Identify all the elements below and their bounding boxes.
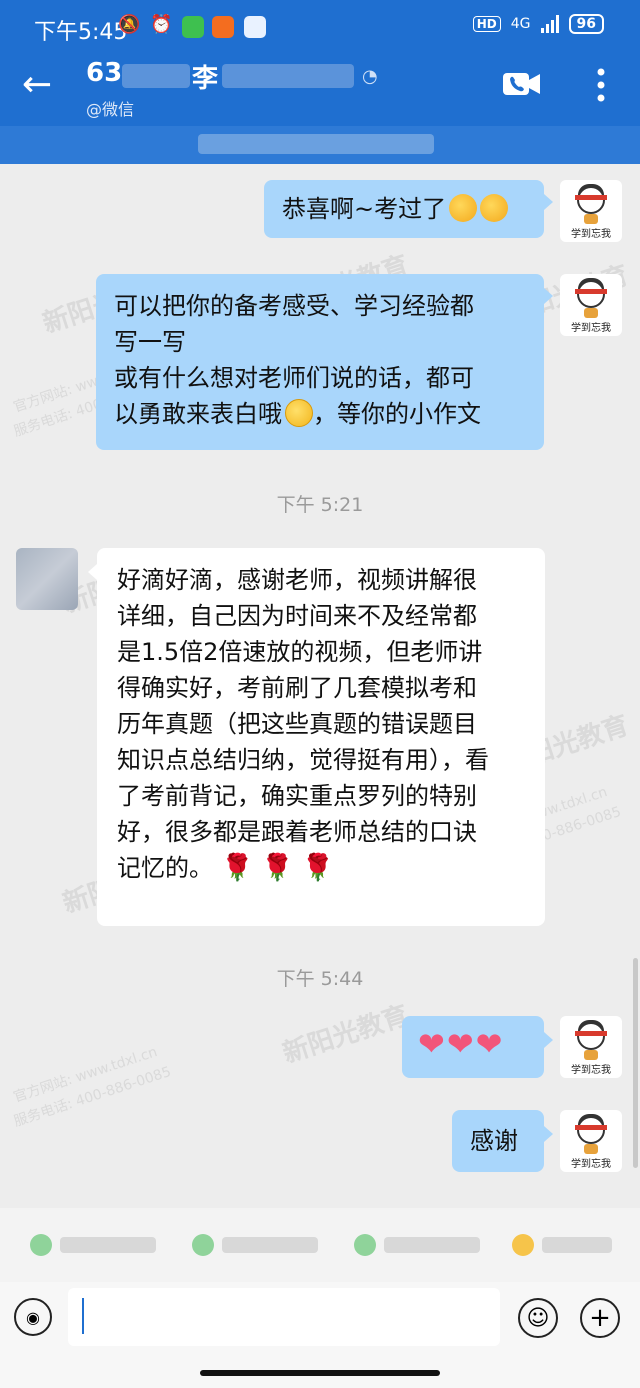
status-time: 下午5:45 bbox=[34, 20, 128, 45]
message-line: 是1.5倍2倍速放的视频，但老师讲 bbox=[117, 638, 483, 666]
message-bubble-mine[interactable]: 感谢 bbox=[452, 1110, 544, 1172]
timestamp: 下午 5:44 bbox=[276, 968, 364, 990]
avatar-caption: 学到忘我 bbox=[571, 229, 611, 240]
message-bubble-mine[interactable]: 恭喜啊~考过了 bbox=[264, 180, 544, 238]
my-avatar[interactable]: 学到忘我 bbox=[560, 180, 622, 242]
hugging-face-emoji bbox=[480, 194, 509, 222]
timestamp: 下午 5:21 bbox=[276, 494, 364, 516]
my-avatar[interactable]: 学到忘我 bbox=[560, 274, 622, 336]
quick-reply-item[interactable] bbox=[354, 1230, 480, 1260]
home-indicator[interactable] bbox=[200, 1370, 440, 1376]
plus-icon[interactable]: + bbox=[580, 1298, 620, 1338]
redacted-name-part bbox=[222, 64, 354, 88]
status-indicators: HD 4G 96 bbox=[472, 14, 604, 34]
message-line: 了考前背记，确实重点罗列的特别 bbox=[117, 782, 477, 810]
hugging-face-emoji bbox=[449, 194, 478, 222]
more-vertical-icon[interactable] bbox=[597, 68, 605, 102]
quick-reply-item[interactable] bbox=[192, 1230, 318, 1260]
voice-icon[interactable]: ◉ bbox=[14, 1298, 52, 1336]
message-line-suffix: ，等你的小作文 bbox=[313, 400, 481, 428]
rose-emoji: 🌹 bbox=[261, 853, 294, 883]
alarm-icon: ⏰ bbox=[150, 14, 173, 35]
chat-area[interactable]: 新阳光教育 新阳光教育 新阳光教育 官方网站: www.tdxl.cn 服务电话… bbox=[0, 164, 640, 1204]
message-line: 以勇敢来表白哦 bbox=[114, 400, 282, 428]
contact-name-prefix: 63 bbox=[86, 58, 123, 88]
contact-source: @微信 bbox=[86, 100, 135, 119]
signal-icon bbox=[540, 15, 559, 33]
message-line: 可以把你的备考感受、学习经验都 bbox=[114, 292, 474, 320]
avatar-caption: 学到忘我 bbox=[571, 1065, 611, 1076]
contact-avatar[interactable] bbox=[16, 548, 78, 610]
app-icon bbox=[244, 16, 266, 38]
quick-reply-strip bbox=[0, 1208, 640, 1282]
my-avatar[interactable]: 学到忘我 bbox=[560, 1110, 622, 1172]
redacted-name-part bbox=[122, 64, 190, 88]
network-label: 4G bbox=[510, 16, 531, 32]
message-bubble-mine[interactable]: ❤❤❤ bbox=[402, 1016, 544, 1078]
message-line: 知识点总结归纳，觉得挺有用），看 bbox=[117, 746, 489, 774]
wechat-icon bbox=[182, 16, 204, 38]
message-line: 写一写 bbox=[114, 328, 186, 356]
notice-bar bbox=[0, 126, 640, 164]
message-line: 或有什么想对老师们说的话，都可 bbox=[114, 364, 474, 392]
quick-reply-item[interactable] bbox=[512, 1230, 612, 1260]
heart-emoji: ❤ bbox=[446, 1025, 474, 1063]
quick-reply-item[interactable] bbox=[30, 1230, 156, 1260]
heart-emoji: ❤ bbox=[418, 1025, 445, 1063]
mute-bell-icon: 🔕 bbox=[118, 14, 141, 35]
message-input[interactable] bbox=[68, 1288, 500, 1346]
emoji-icon[interactable]: ☺ bbox=[518, 1298, 558, 1338]
message-line: 详细，自己因为时间来不及经常都 bbox=[117, 602, 477, 630]
message-line: 好，很多都是跟着老师总结的口诀 bbox=[117, 818, 477, 846]
rose-emoji: 🌹 bbox=[221, 853, 254, 883]
battery-icon: 96 bbox=[568, 14, 604, 34]
heart-emoji: ❤ bbox=[475, 1025, 503, 1063]
back-arrow-icon[interactable]: ← bbox=[22, 64, 52, 105]
message-bubble-other[interactable]: 好滴好滴，感谢老师，视频讲解很 详细，自己因为时间来不及经常都 是1.5倍2倍速… bbox=[97, 548, 545, 926]
message-line: 好滴好滴，感谢老师，视频讲解很 bbox=[117, 566, 477, 594]
message-text: 恭喜啊~考过了 bbox=[282, 195, 447, 223]
watermark-url: 官方网站: www.tdxl.cn bbox=[11, 1044, 160, 1106]
message-line: 历年真题（把这些真题的错误题目 bbox=[117, 710, 477, 738]
message-line: 记忆的。 bbox=[117, 854, 213, 882]
message-bubble-mine[interactable]: 可以把你的备考感受、学习经验都 写一写 或有什么想对老师们说的话，都可 以勇敢来… bbox=[96, 274, 544, 450]
status-bar: 下午5:45 🔕 ⏰ HD 4G 96 bbox=[0, 0, 640, 56]
grinning-face-emoji bbox=[285, 399, 313, 427]
message-line: 得确实好，考前刷了几套模拟考和 bbox=[117, 674, 477, 702]
mi-app-icon bbox=[212, 16, 234, 38]
rose-emoji: 🌹 bbox=[301, 853, 335, 883]
message-text: 感谢 bbox=[470, 1127, 518, 1155]
my-avatar[interactable]: 学到忘我 bbox=[560, 1016, 622, 1078]
contact-surname: 李 bbox=[192, 64, 219, 94]
video-call-icon[interactable] bbox=[502, 70, 542, 98]
scrollbar[interactable] bbox=[633, 958, 638, 1168]
avatar-caption: 学到忘我 bbox=[571, 1159, 611, 1170]
earpiece-icon: ◔ bbox=[362, 66, 378, 87]
chat-header: ← 63 李 ◔ @微信 bbox=[0, 56, 640, 126]
watermark-logo: 新阳光教育 bbox=[279, 1000, 413, 1070]
text-caret bbox=[82, 1298, 84, 1334]
hd-badge: HD bbox=[472, 16, 501, 32]
watermark-phone: 服务电话: 400-886-0085 bbox=[11, 1063, 174, 1130]
redacted-notice bbox=[198, 134, 434, 154]
avatar-caption: 学到忘我 bbox=[571, 323, 611, 334]
